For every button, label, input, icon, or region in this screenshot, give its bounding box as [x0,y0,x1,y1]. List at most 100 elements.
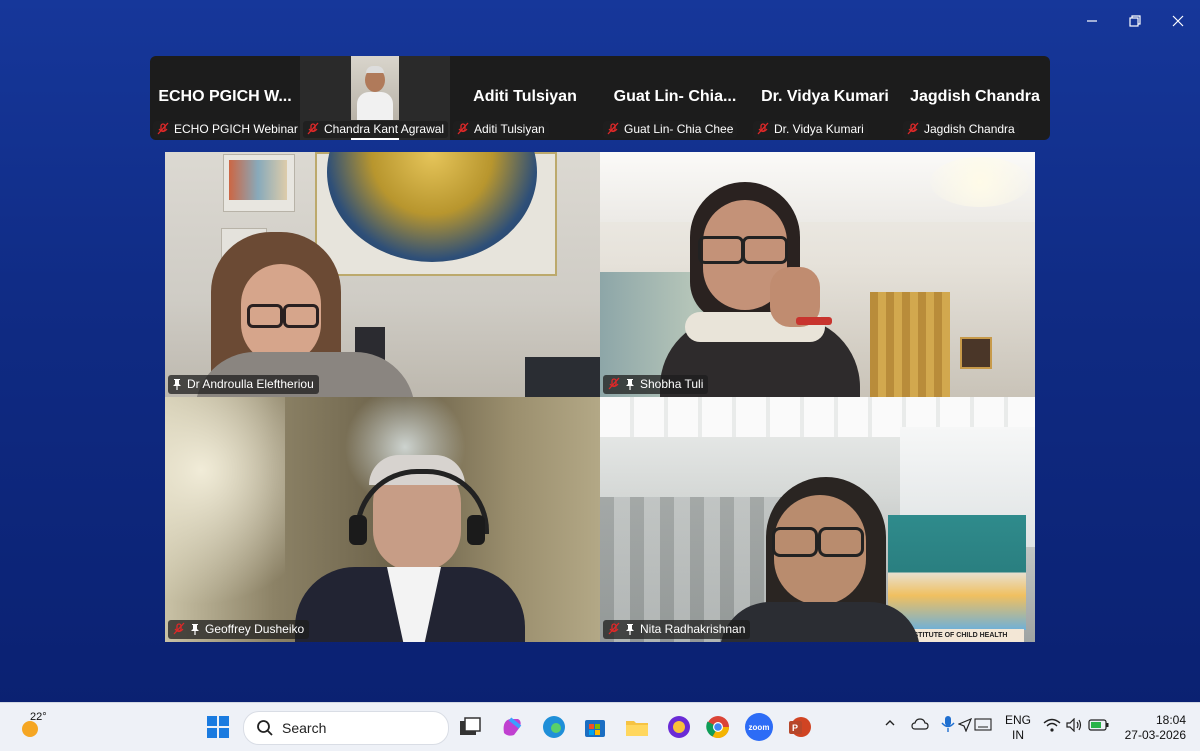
participant-name-large: Guat Lin- Chia... [613,88,737,105]
participant-label: Dr. Vidya Kumari [753,121,868,138]
keyboard-icon [974,718,992,731]
mic-muted-icon [608,377,620,390]
video-tile-label: Nita Radhakrishnan [603,620,751,639]
video-tile-label: Shobha Tuli [603,375,709,394]
volume-icon [1066,717,1082,733]
participant-strip: ECHO PGICH W... ECHO PGICH Webinar ... C… [150,56,1050,140]
video-tile-label: Geoffrey Dusheiko [168,620,310,639]
participant-name-large: Dr. Vidya Kumari [761,88,889,105]
participant-label: Guat Lin- Chia Chee [603,121,738,138]
participant-label-text: Jagdish Chandra [924,122,1015,136]
participant-label-text: Guat Lin- Chia Chee [624,122,734,136]
store-button[interactable] [581,713,609,741]
clock[interactable]: 18:04 27-03-2026 [1120,713,1186,743]
video-tile[interactable]: Geoffrey Dusheiko [165,397,600,642]
video-feed [165,152,600,397]
clock-time: 18:04 [1155,713,1186,727]
zoom-icon: zoom [745,713,773,741]
mic-tray-button[interactable] [940,715,956,736]
task-view-icon [460,717,481,735]
zoom-button[interactable]: zoom [745,713,773,741]
battery-button[interactable] [1088,718,1110,734]
powerpoint-icon: P [789,717,811,737]
restore-icon [1129,15,1141,27]
mic-muted-icon [907,122,919,135]
wifi-icon [1043,718,1061,732]
windows-start-button[interactable] [204,713,232,741]
zoom-icon-text: zoom [748,722,770,732]
pin-icon [626,624,634,635]
video-tile[interactable]: Shobha Tuli [600,152,1035,397]
participant-name: Dr Androulla Eleftheriou [187,377,314,391]
minimize-button[interactable] [1072,6,1112,36]
mic-muted-icon [173,622,185,635]
language-code: ENG [1005,713,1032,727]
wifi-button[interactable] [1043,718,1061,735]
participant-thumb[interactable]: Guat Lin- Chia... Guat Lin- Chia Chee [600,56,750,140]
participant-name-large: Aditi Tulsiyan [473,88,577,105]
participant-name-large: ECHO PGICH W... [158,88,292,105]
mic-icon [941,716,955,732]
language-indicator[interactable]: ENG IN [1005,713,1031,743]
participant-label: Aditi Tulsiyan [453,121,549,138]
chrome-button[interactable] [704,713,732,741]
restore-button[interactable] [1115,6,1155,36]
powerpoint-button[interactable]: P [786,713,814,741]
edge-icon [543,716,565,738]
pin-icon [626,379,634,390]
participant-video [351,56,399,120]
participant-name-large: Jagdish Chandra [910,88,1040,105]
participant-label-text: Aditi Tulsiyan [474,122,545,136]
copilot-button[interactable] [498,713,526,741]
vpn-button[interactable] [665,713,693,741]
cloud-icon [911,718,929,730]
mic-muted-icon [457,122,469,135]
keyboard-button[interactable] [974,718,992,734]
participant-thumb[interactable]: Jagdish Chandra Jagdish Chandra [900,56,1050,140]
task-view-button[interactable] [456,713,484,741]
region-code: IN [1012,728,1024,742]
search-icon [257,720,273,736]
svg-text:P: P [792,723,798,733]
windows-start-icon [207,716,229,738]
vpn-icon [668,716,690,738]
tray-overflow-button[interactable] [884,717,896,732]
participant-label-text: ECHO PGICH Webinar ... [174,122,302,136]
participant-thumb[interactable]: ECHO PGICH W... ECHO PGICH Webinar ... [150,56,302,140]
mic-muted-icon [307,122,319,135]
file-explorer-button[interactable] [623,713,651,741]
participant-name: Nita Radhakrishnan [640,622,746,636]
volume-button[interactable] [1066,717,1084,735]
location-button[interactable] [957,717,973,735]
weather-widget[interactable]: 22° [18,711,58,743]
video-tile[interactable]: INSTITUTE OF CHILD HEALTH Nita Radhakris… [600,397,1035,642]
minimize-icon [1087,20,1097,22]
copilot-icon [503,717,522,736]
participant-label: ECHO PGICH Webinar ... [153,121,302,138]
video-feed [600,152,1035,397]
edge-button[interactable] [540,713,568,741]
pin-icon [191,624,199,635]
close-button[interactable] [1158,6,1198,36]
mic-muted-icon [607,122,619,135]
participant-thumb[interactable]: Chandra Kant Agrawal [300,56,450,140]
clock-date: 27-03-2026 [1124,728,1186,742]
participant-name: Geoffrey Dusheiko [205,622,305,636]
participant-thumb[interactable]: Dr. Vidya Kumari Dr. Vidya Kumari [750,56,900,140]
participant-name: Shobha Tuli [640,377,704,391]
search-box[interactable]: Search [243,711,449,745]
pin-icon [173,379,181,390]
chrome-icon [706,716,729,738]
participant-label-text: Dr. Vidya Kumari [774,122,864,136]
video-tile-active-speaker[interactable]: Dr Androulla Eleftheriou [165,152,600,397]
video-feed [165,397,600,642]
close-icon [1172,15,1184,27]
search-placeholder: Search [282,720,327,736]
speaking-indicator [351,138,399,140]
taskbar: 22° Search zoom P ENG IN 18:04 27-03-202… [0,702,1200,751]
participant-thumb[interactable]: Aditi Tulsiyan Aditi Tulsiyan [450,56,600,140]
location-arrow-icon [957,717,973,733]
chevron-up-icon [885,720,895,726]
participant-label-text: Chandra Kant Agrawal [324,122,445,136]
onedrive-button[interactable] [911,717,929,734]
